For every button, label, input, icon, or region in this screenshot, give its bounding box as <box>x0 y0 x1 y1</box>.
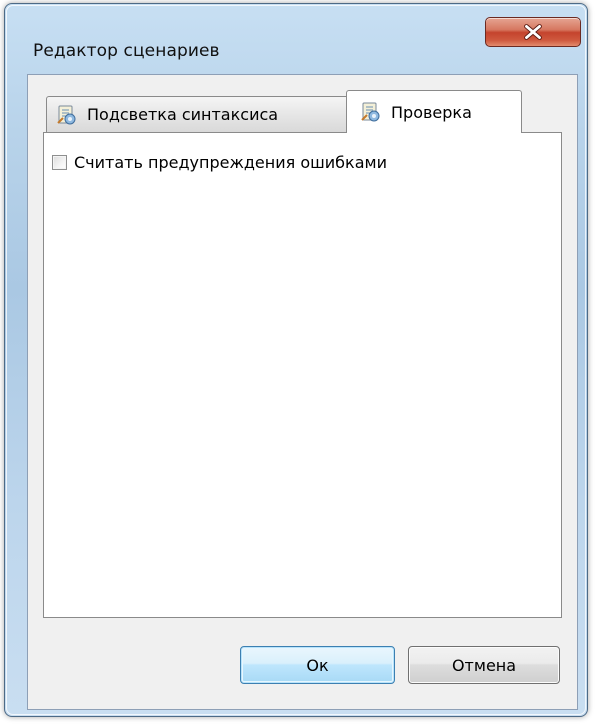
window-title: Редактор сценариев <box>33 41 220 61</box>
tab-label: Проверка <box>391 102 472 122</box>
cancel-button[interactable]: Отмена <box>408 646 560 684</box>
tab-label: Подсветка синтаксиса <box>87 105 279 124</box>
script-settings-icon <box>57 105 76 124</box>
tab-validation[interactable]: Проверка <box>346 90 522 133</box>
dialog-window: Редактор сценариев Подсветка синтаксиса <box>4 3 588 717</box>
treat-warnings-as-errors-option[interactable]: Считать предупреждения ошибками <box>52 153 387 172</box>
tab-syntax-highlighting[interactable]: Подсветка синтаксиса <box>46 96 364 132</box>
close-icon <box>524 24 542 40</box>
validation-tab-panel: Считать предупреждения ошибками <box>43 132 562 618</box>
script-settings-icon <box>361 102 380 122</box>
close-button[interactable] <box>485 17 581 47</box>
treat-warnings-as-errors-checkbox[interactable] <box>52 155 67 170</box>
ok-button[interactable]: Ок <box>240 646 395 684</box>
dialog-client-area: Подсветка синтаксиса Проверка Считать пр… <box>27 74 578 710</box>
checkbox-label: Считать предупреждения ошибками <box>74 153 387 172</box>
